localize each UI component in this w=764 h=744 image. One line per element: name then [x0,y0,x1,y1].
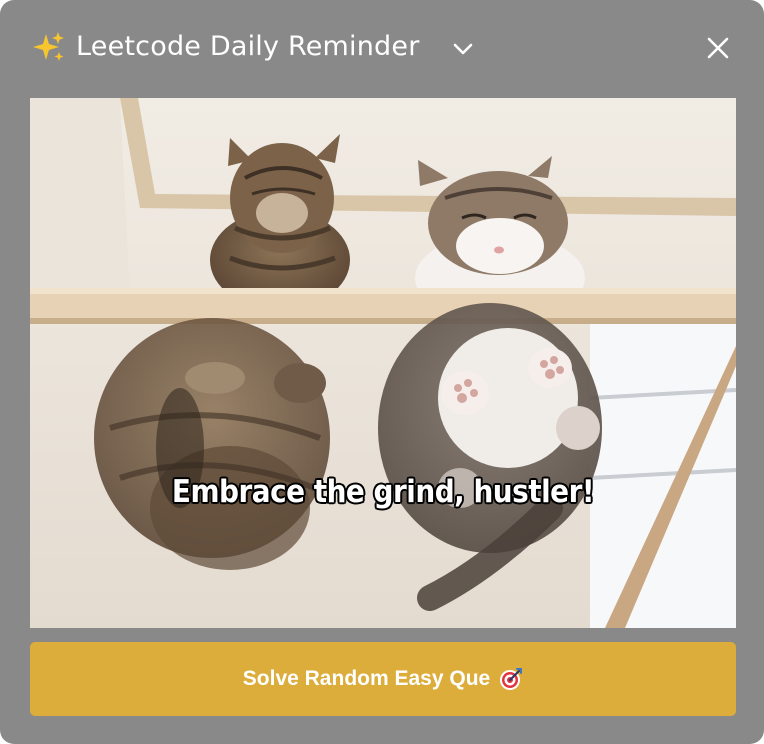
cat-illustration [30,98,736,628]
solve-button-label: Solve Random Easy Que [242,667,491,690]
target-dart-icon [499,667,523,691]
chevron-down-icon[interactable] [450,36,476,62]
window-title: Leetcode Daily Reminder [76,31,420,62]
solve-random-easy-button[interactable]: Solve Random Easy Que [30,642,736,716]
close-icon[interactable] [704,34,732,62]
title-bar: Leetcode Daily Reminder [0,0,764,98]
cat-photo: Embrace the grind, hustler! [30,98,736,628]
meme-caption: Embrace the grind, hustler! [171,474,595,510]
reminder-window: Leetcode Daily Reminder Embrace the grin… [0,0,764,744]
sparkles-icon [32,30,66,64]
